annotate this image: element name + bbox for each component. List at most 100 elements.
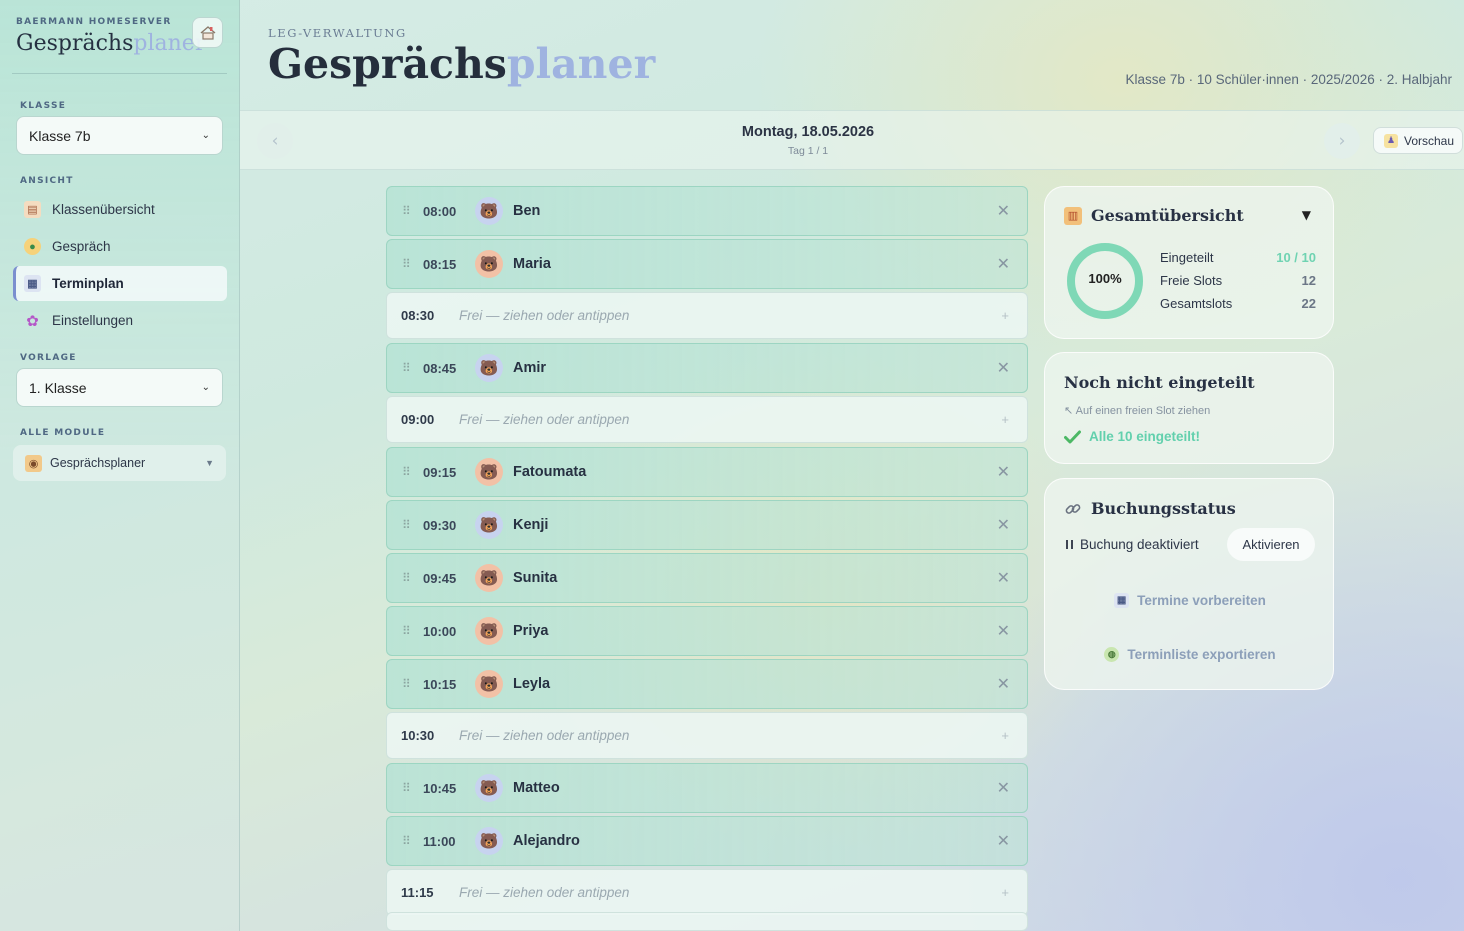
pause-icon bbox=[1066, 540, 1073, 549]
booked-slot-row[interactable]: ⠿ 09:15 🐻 Fatoumata ✕ bbox=[386, 447, 1028, 497]
booked-slot-row[interactable]: ⠿ 10:45 🐻 Matteo ✕ bbox=[386, 763, 1028, 813]
slot-time: 10:30 bbox=[401, 728, 435, 743]
booking-panel: Buchungsstatus Buchung deaktiviert Aktiv… bbox=[1044, 478, 1334, 690]
page-meta: Klasse 7b · 10 Schüler·innen · 2025/2026… bbox=[1125, 72, 1452, 87]
free-slot-row[interactable]: 11:15 Frei — ziehen oder antippen + bbox=[386, 869, 1028, 916]
sidebar: BAERMANN HOMESERVER Gesprächsplaner KLAS… bbox=[0, 0, 240, 931]
calendar-icon: ▦ bbox=[1114, 593, 1130, 608]
add-icon[interactable]: + bbox=[1001, 412, 1009, 427]
free-slot-row[interactable]: 09:00 Frei — ziehen oder antippen + bbox=[386, 396, 1028, 443]
booked-slot-row[interactable]: ⠿ 11:00 🐻 Alejandro ✕ bbox=[386, 816, 1028, 866]
stat-value: 10 / 10 bbox=[1276, 250, 1316, 265]
remove-icon[interactable]: ✕ bbox=[997, 515, 1010, 535]
booking-status: Buchung deaktiviert bbox=[1066, 537, 1199, 552]
drag-handle-icon[interactable]: ⠿ bbox=[402, 204, 412, 218]
slot-free-text: Frei — ziehen oder antippen bbox=[459, 885, 630, 900]
bear-avatar-icon: 🐻 bbox=[475, 774, 503, 802]
booked-slot-row[interactable]: ⠿ 10:00 🐻 Priya ✕ bbox=[386, 606, 1028, 656]
drag-handle-icon[interactable]: ⠿ bbox=[402, 571, 412, 585]
free-slot-row[interactable]: 10:30 Frei — ziehen oder antippen + bbox=[386, 712, 1028, 759]
nav-label: Einstellungen bbox=[52, 313, 134, 328]
bear-avatar-icon: 🐻 bbox=[475, 617, 503, 645]
slot-free-text: Frei — ziehen oder antippen bbox=[459, 412, 630, 427]
vorlage-select-value: 1. Klasse bbox=[29, 379, 87, 396]
booking-status-text: Buchung deaktiviert bbox=[1080, 537, 1199, 552]
remove-icon[interactable]: ✕ bbox=[997, 778, 1010, 798]
prepare-appointments-button[interactable]: ▦ Termine vorbereiten bbox=[1045, 593, 1335, 608]
drag-handle-icon[interactable]: ⠿ bbox=[402, 465, 412, 479]
module-label: ALLE MODULE bbox=[20, 428, 106, 438]
planner-icon: ◉ bbox=[25, 454, 42, 472]
all-assigned-text: Alle 10 eingeteilt! bbox=[1089, 429, 1201, 444]
next-day-button[interactable]: › bbox=[1324, 123, 1360, 159]
nav-item-einstellungen[interactable]: ✿ Einstellungen bbox=[13, 303, 227, 338]
brand-kicker: BAERMANN HOMESERVER bbox=[16, 17, 172, 27]
nav-item-klassenuebersicht[interactable]: ▤ Klassenübersicht bbox=[13, 192, 227, 227]
export-list-button[interactable]: ◍ Terminliste exportieren bbox=[1045, 647, 1335, 662]
remove-icon[interactable]: ✕ bbox=[997, 674, 1010, 694]
drag-handle-icon[interactable]: ⠿ bbox=[402, 361, 412, 375]
chevron-right-icon: › bbox=[1338, 131, 1346, 151]
booked-slot-row[interactable]: ⠿ 10:15 🐻 Leyla ✕ bbox=[386, 659, 1028, 709]
vorlage-label: VORLAGE bbox=[20, 353, 77, 363]
remove-icon[interactable]: ✕ bbox=[997, 831, 1010, 851]
unassigned-panel: Noch nicht eingeteilt ↖ Auf einen freien… bbox=[1044, 352, 1334, 464]
add-icon[interactable]: + bbox=[1001, 308, 1009, 323]
module-select[interactable]: ◉ Gesprächsplaner ▼ bbox=[13, 445, 226, 481]
slot-time: 08:15 bbox=[423, 256, 457, 272]
slot-time: 09:30 bbox=[423, 517, 457, 533]
overview-title: ▥ Gesamtübersicht bbox=[1064, 206, 1244, 225]
preview-button[interactable]: ♟ Vorschau bbox=[1373, 127, 1463, 154]
caret-down-icon: ▼ bbox=[205, 458, 214, 468]
drag-handle-icon[interactable]: ⠿ bbox=[402, 677, 412, 691]
booking-title-text: Buchungsstatus bbox=[1091, 499, 1236, 518]
all-assigned-message: Alle 10 eingeteilt! bbox=[1064, 429, 1200, 444]
collapse-toggle-icon[interactable]: ▼ bbox=[1302, 208, 1311, 222]
booked-slot-row[interactable]: ⠿ 09:45 🐻 Sunita ✕ bbox=[386, 553, 1028, 603]
clipboard-icon: ▤ bbox=[24, 201, 41, 218]
remove-icon[interactable]: ✕ bbox=[997, 568, 1010, 588]
drag-handle-icon[interactable]: ⠿ bbox=[402, 624, 412, 638]
remove-icon[interactable]: ✕ bbox=[997, 358, 1010, 378]
slot-time: 11:15 bbox=[401, 885, 434, 900]
page-title: Gesprächsplaner bbox=[268, 40, 655, 88]
nav-item-gespraech[interactable]: ● Gespräch bbox=[13, 229, 227, 264]
remove-icon[interactable]: ✕ bbox=[997, 201, 1010, 221]
export-label: Terminliste exportieren bbox=[1127, 647, 1276, 662]
vorlage-select[interactable]: 1. Klasse ⌄ bbox=[16, 368, 223, 407]
preview-label: Vorschau bbox=[1404, 133, 1455, 148]
student-name: Alejandro bbox=[513, 833, 580, 849]
nav-label: Gespräch bbox=[52, 239, 111, 254]
drag-handle-icon[interactable]: ⠿ bbox=[402, 834, 412, 848]
add-icon[interactable]: + bbox=[1001, 885, 1009, 900]
free-slot-row[interactable]: 08:30 Frei — ziehen oder antippen + bbox=[386, 292, 1028, 339]
activate-button[interactable]: Aktivieren bbox=[1227, 528, 1315, 561]
home-button[interactable] bbox=[192, 17, 223, 48]
remove-icon[interactable]: ✕ bbox=[997, 254, 1010, 274]
calendar-icon: ▦ bbox=[24, 275, 41, 292]
page-title-accent: planer bbox=[506, 40, 656, 88]
home-icon bbox=[200, 25, 215, 40]
add-icon[interactable]: + bbox=[1001, 728, 1009, 743]
unassigned-title: Noch nicht eingeteilt bbox=[1064, 373, 1255, 392]
nav-label: Klassenübersicht bbox=[52, 202, 155, 217]
student-name: Matteo bbox=[513, 780, 560, 796]
booked-slot-row[interactable]: ⠿ 08:45 🐻 Amir ✕ bbox=[386, 343, 1028, 393]
drag-handle-icon[interactable]: ⠿ bbox=[402, 518, 412, 532]
booked-slot-row[interactable]: ⠿ 08:00 🐻 Ben ✕ bbox=[386, 186, 1028, 236]
free-slot-row[interactable] bbox=[386, 912, 1028, 931]
student-name: Kenji bbox=[513, 517, 549, 533]
booked-slot-row[interactable]: ⠿ 09:30 🐻 Kenji ✕ bbox=[386, 500, 1028, 550]
booked-slot-row[interactable]: ⠿ 08:15 🐻 Maria ✕ bbox=[386, 239, 1028, 289]
nav-label: Terminplan bbox=[52, 276, 124, 291]
bear-avatar-icon: 🐻 bbox=[475, 827, 503, 855]
drag-handle-icon[interactable]: ⠿ bbox=[402, 781, 412, 795]
klasse-select[interactable]: Klasse 7b ⌄ bbox=[16, 116, 223, 155]
drag-handle-icon[interactable]: ⠿ bbox=[402, 257, 412, 271]
remove-icon[interactable]: ✕ bbox=[997, 621, 1010, 641]
slot-free-text: Frei — ziehen oder antippen bbox=[459, 728, 630, 743]
remove-icon[interactable]: ✕ bbox=[997, 462, 1010, 482]
stat-value: 12 bbox=[1301, 273, 1316, 288]
globe-icon: ◍ bbox=[1104, 647, 1120, 662]
nav-item-terminplan[interactable]: ▦ Terminplan bbox=[13, 266, 227, 301]
